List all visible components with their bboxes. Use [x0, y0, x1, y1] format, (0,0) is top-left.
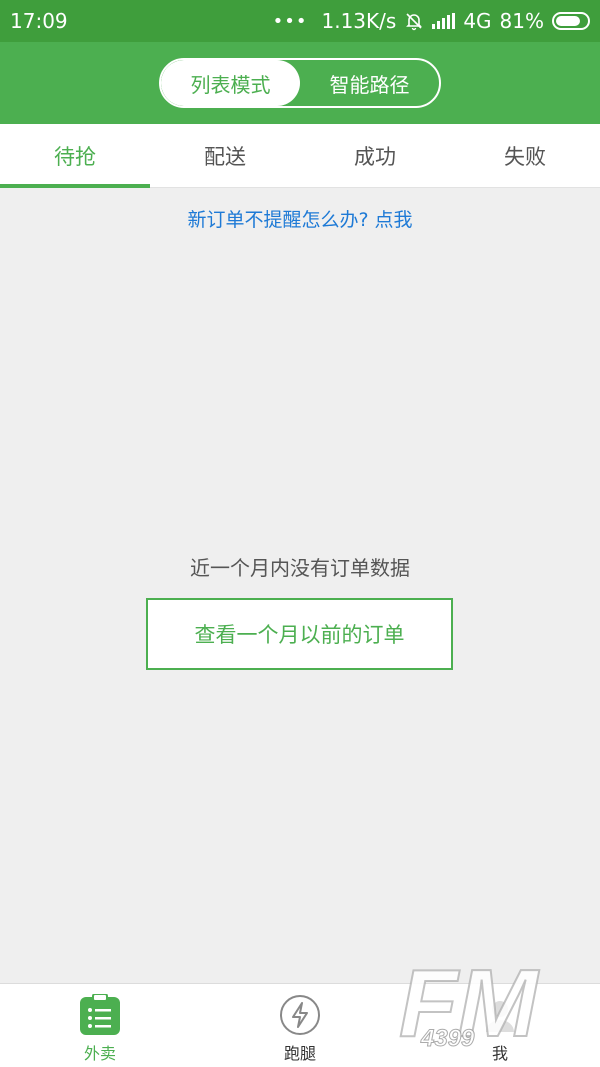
lightning-icon: [279, 994, 321, 1036]
segment-label: 智能路径: [329, 72, 410, 97]
nav-item-errand[interactable]: 跑腿: [200, 984, 400, 1067]
nav-label: 外卖: [83, 1044, 116, 1063]
nav-item-takeout[interactable]: 外卖: [0, 984, 200, 1067]
nav-item-me[interactable]: 我: [400, 984, 600, 1067]
status-time: 17:09: [10, 9, 68, 33]
tab-label: 待抢: [54, 144, 96, 169]
bell-off-icon: [406, 13, 423, 31]
tab-delivering[interactable]: 配送: [150, 124, 300, 187]
mode-segment: 列表模式 智能路径: [159, 58, 441, 108]
network-type: 4G: [463, 9, 492, 33]
header: 列表模式 智能路径: [0, 42, 600, 124]
segment-list-mode[interactable]: 列表模式: [161, 60, 300, 106]
tab-label: 失败: [504, 144, 546, 169]
empty-message: 近一个月内没有订单数据: [190, 556, 410, 580]
nav-label: 跑腿: [283, 1044, 316, 1063]
bottom-nav: 外卖 跑腿 我: [0, 983, 600, 1067]
segment-smart-route[interactable]: 智能路径: [300, 60, 439, 106]
view-older-orders-button[interactable]: 查看一个月以前的订单: [146, 598, 453, 670]
net-speed: 1.13K/s: [321, 9, 397, 33]
tab-label: 配送: [204, 144, 246, 169]
segment-label: 列表模式: [190, 72, 271, 97]
battery-text: 81%: [499, 9, 544, 33]
status-right: ••• 1.13K/s 4G 81%: [273, 9, 590, 33]
list-icon: [79, 993, 121, 1036]
status-bar: 17:09 ••• 1.13K/s 4G 81%: [0, 0, 600, 42]
battery-icon: [552, 12, 590, 30]
order-tabs: 待抢 配送 成功 失败: [0, 124, 600, 188]
tab-success[interactable]: 成功: [300, 124, 450, 187]
nav-label: 我: [491, 1044, 508, 1063]
user-icon: [479, 994, 521, 1036]
tab-pending[interactable]: 待抢: [0, 124, 150, 188]
signal-icon: [432, 13, 456, 29]
tab-label: 成功: [354, 144, 396, 169]
notification-help-link[interactable]: 新订单不提醒怎么办? 点我: [0, 205, 600, 232]
more-dots-icon: •••: [272, 10, 308, 32]
tab-failed[interactable]: 失败: [450, 124, 600, 187]
